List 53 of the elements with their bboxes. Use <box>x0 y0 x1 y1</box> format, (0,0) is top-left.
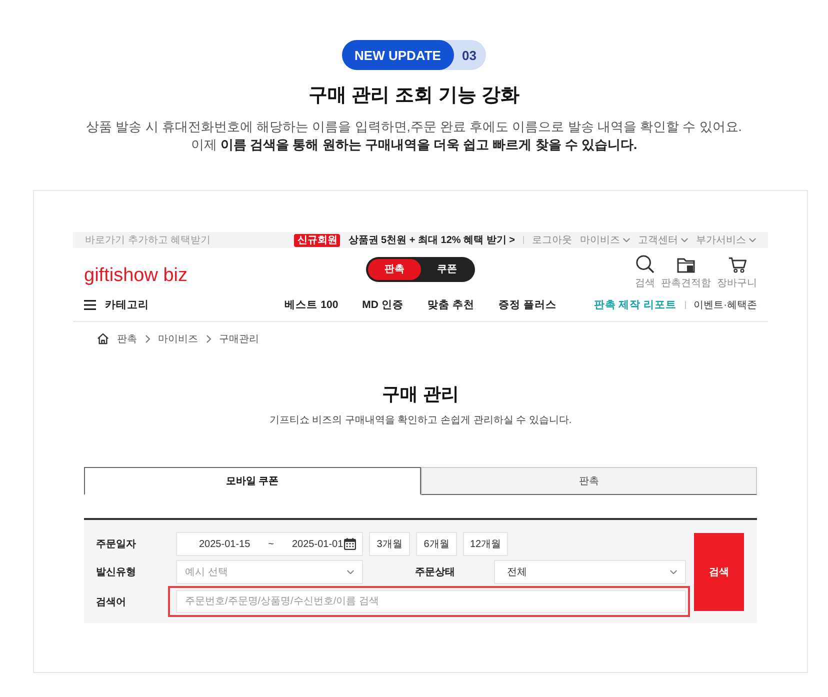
period-button[interactable]: 3개월 <box>369 532 410 556</box>
home-icon[interactable] <box>97 333 109 345</box>
description: 상품 발송 시 휴대전화번호에 해당하는 이름을 입력하면,주문 완료 후에도 이름으로 발송 내역을 확인할 수 있어요. <box>86 118 742 136</box>
toggle-option[interactable]: 쿠폰 <box>420 258 473 280</box>
period-button[interactable]: 6개월 <box>416 532 457 556</box>
nav-link[interactable]: 베스트 100 <box>284 298 338 312</box>
event-link[interactable]: 이벤트·혜택존 <box>694 298 757 312</box>
update-number: 03 <box>460 48 478 62</box>
search-button[interactable]: 검색 <box>694 533 744 611</box>
select-value: 전체 <box>507 566 527 579</box>
shortcut-hint: 바로가기 추가하고 혜택받기 <box>85 234 211 247</box>
description: 이제 이름 검색을 통해 원하는 구매내역을 더욱 쉽고 빠르게 찾을 수 있습니다. <box>190 136 638 154</box>
promo-tag: 신규회원 <box>294 234 340 246</box>
headline: 구매 관리 조회 기능 강화 <box>308 84 520 108</box>
chevron-right-icon <box>206 335 211 343</box>
header-shortcut[interactable]: 장바구니 <box>717 256 757 290</box>
tab[interactable]: 판촉 <box>420 467 757 495</box>
tab[interactable]: 모바일 쿠폰 <box>84 467 420 495</box>
date-value: 2025-01-15 <box>199 538 250 550</box>
select-placeholder: 예시 선택 <box>185 566 228 579</box>
chevron-down-icon <box>670 570 677 574</box>
nav-link[interactable]: MD 인증 <box>362 298 404 312</box>
search-input[interactable]: 주문번호/주문명/상품명/수신번호/이름 검색 <box>176 590 686 613</box>
filter-label: 검색어 <box>96 596 127 608</box>
cart-icon <box>728 256 746 272</box>
breadcrumb-link[interactable]: 구매관리 <box>219 332 259 346</box>
toggle-option[interactable]: 판촉 <box>368 258 420 280</box>
promo-link[interactable]: 상품권 5천원 + 최대 12% 혜택 받기 > <box>348 233 515 247</box>
select-field[interactable]: 전체 <box>494 560 686 584</box>
date-range-field[interactable]: 2025-01-15 ~ 2025-01-01 <box>176 532 363 556</box>
chevron-right-icon <box>145 335 150 343</box>
nav-link[interactable]: 증정 플러스 <box>498 298 556 312</box>
nav-link[interactable]: 맞춤 추천 <box>427 298 474 312</box>
filter-label: 발신유형 <box>96 566 137 579</box>
header-shortcut[interactable]: 검색 <box>635 254 655 290</box>
date-separator: ~ <box>268 538 274 550</box>
menu-icon <box>84 300 96 310</box>
search-icon <box>636 254 654 272</box>
page-title: 구매 관리 <box>380 383 460 406</box>
category-menu-button[interactable]: 카테고리 <box>84 298 285 312</box>
period-button[interactable]: 12개월 <box>463 532 508 556</box>
calendar-icon[interactable] <box>344 538 356 550</box>
breadcrumb-link[interactable]: 판촉 <box>117 332 137 346</box>
update-label: NEW UPDATE <box>342 40 454 70</box>
folder-icon <box>677 258 695 272</box>
chevron-down-icon <box>347 570 354 574</box>
page-description: 기프티쇼 비즈의 구매내역을 확인하고 손쉽게 관리하실 수 있습니다. <box>268 414 573 428</box>
filter-label: 주문일자 <box>96 538 137 551</box>
filter-label: 주문상태 <box>414 566 456 579</box>
logo[interactable]: giftishow biz <box>84 257 188 287</box>
date-value: 2025-01-01 <box>292 538 344 550</box>
breadcrumb-link[interactable]: 마이비즈 <box>158 332 198 346</box>
header-shortcut[interactable]: 판촉견적함 <box>661 258 711 290</box>
